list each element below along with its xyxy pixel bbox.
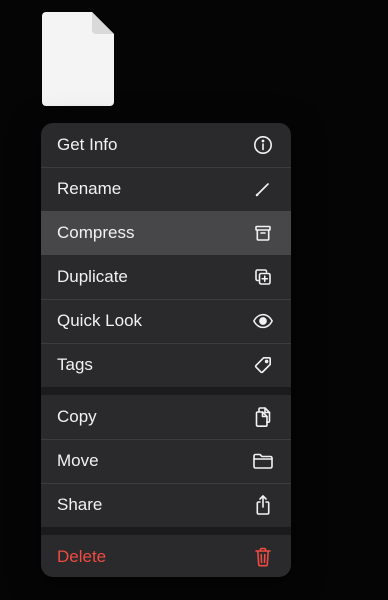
info-circle-icon: [252, 134, 274, 156]
document-icon: [42, 12, 114, 106]
copy-docs-icon: [252, 406, 274, 428]
share-icon: [252, 494, 274, 516]
eye-icon: [252, 310, 274, 332]
trash-icon: [252, 546, 274, 568]
menu-item-label: Share: [57, 495, 103, 514]
menu-item-label: Compress: [57, 223, 135, 242]
menu-item-label: Duplicate: [57, 267, 128, 286]
menu-item-tags[interactable]: Tags: [41, 343, 291, 387]
menu-item-share[interactable]: Share: [41, 483, 291, 527]
context-menu: Get Info Rename Compress Duplicate Quick…: [41, 123, 291, 577]
tag-icon: [252, 354, 274, 376]
menu-item-quick-look[interactable]: Quick Look: [41, 299, 291, 343]
menu-item-label: Tags: [57, 355, 93, 374]
menu-item-rename[interactable]: Rename: [41, 167, 291, 211]
menu-item-move[interactable]: Move: [41, 439, 291, 483]
menu-item-delete[interactable]: Delete: [41, 535, 291, 577]
menu-item-duplicate[interactable]: Duplicate: [41, 255, 291, 299]
menu-item-label: Copy: [57, 407, 97, 426]
archive-box-icon: [252, 222, 274, 244]
menu-item-copy[interactable]: Copy: [41, 395, 291, 439]
duplicate-plus-icon: [252, 266, 274, 288]
menu-item-label: Delete: [57, 547, 107, 566]
menu-group-separator: [41, 527, 291, 535]
menu-item-label: Move: [57, 451, 99, 470]
file-thumbnail[interactable]: [42, 12, 114, 106]
folder-icon: [252, 450, 274, 472]
menu-item-label: Quick Look: [57, 311, 143, 330]
pencil-icon: [252, 178, 274, 200]
menu-item-label: Get Info: [57, 135, 118, 154]
menu-item-get-info[interactable]: Get Info: [41, 123, 291, 167]
menu-item-compress[interactable]: Compress: [41, 211, 291, 255]
menu-item-label: Rename: [57, 179, 122, 198]
menu-group-separator: [41, 387, 291, 395]
